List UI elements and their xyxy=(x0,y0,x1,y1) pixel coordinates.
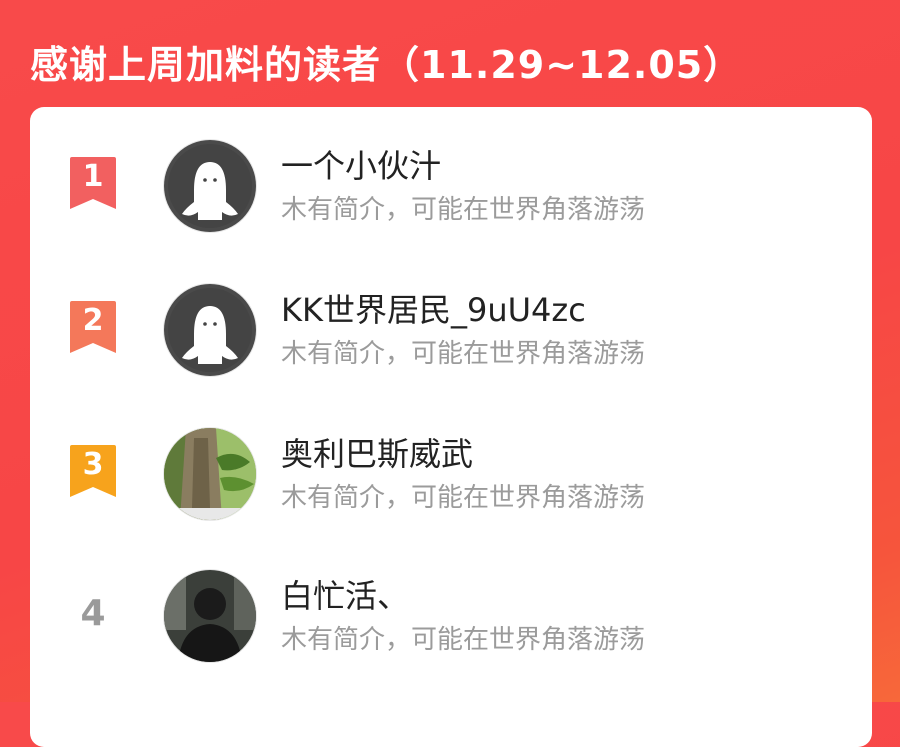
reader-description: 木有简介，可能在世界角落游荡 xyxy=(281,339,646,369)
avatar[interactable] xyxy=(163,427,257,521)
reader-name[interactable]: 奥利巴斯威武 xyxy=(281,429,473,475)
avatar[interactable] xyxy=(163,139,257,233)
rank-ribbon-badge: 1 xyxy=(68,157,118,213)
page-title: 感谢上周加料的读者（11.29~12.05） xyxy=(30,43,743,87)
avatar[interactable] xyxy=(163,283,257,377)
default-ghost-avatar-icon xyxy=(164,284,256,376)
rank-number: 3 xyxy=(82,447,104,482)
reader-description: 木有简介，可能在世界角落游荡 xyxy=(281,625,646,655)
reader-row[interactable]: 4 白忙活、 木有简介，可能在世界角落游荡 xyxy=(30,567,872,667)
reader-name[interactable]: 白忙活、 xyxy=(281,571,409,617)
rank-number: 1 xyxy=(82,159,104,194)
rank-number: 2 xyxy=(82,303,104,338)
reader-row[interactable]: 1 一个小伙汁 木有简介，可能在世界角落游荡 xyxy=(30,137,872,237)
reader-description: 木有简介，可能在世界角落游荡 xyxy=(281,483,646,513)
reader-list-card: 1 一个小伙汁 木有简介，可能在世界角落游荡 2 KK世界居民_9uU4zc 木… xyxy=(30,107,872,747)
dark-portrait-avatar-icon xyxy=(164,570,256,662)
reader-name[interactable]: 一个小伙汁 xyxy=(281,141,441,187)
rank-ribbon-badge: 2 xyxy=(68,301,118,357)
avatar[interactable] xyxy=(163,569,257,663)
tree-photo-avatar-icon xyxy=(164,428,256,520)
reader-description: 木有简介，可能在世界角落游荡 xyxy=(281,195,646,225)
rank-ribbon-badge: 3 xyxy=(68,445,118,501)
default-ghost-avatar-icon xyxy=(164,140,256,232)
reader-row[interactable]: 3 奥利巴斯威武 木有简介，可能在世界角落游荡 xyxy=(30,425,872,525)
reader-name[interactable]: KK世界居民_9uU4zc xyxy=(281,285,586,331)
reader-row[interactable]: 2 KK世界居民_9uU4zc 木有简介，可能在世界角落游荡 xyxy=(30,281,872,381)
rank-number: 4 xyxy=(80,593,106,634)
